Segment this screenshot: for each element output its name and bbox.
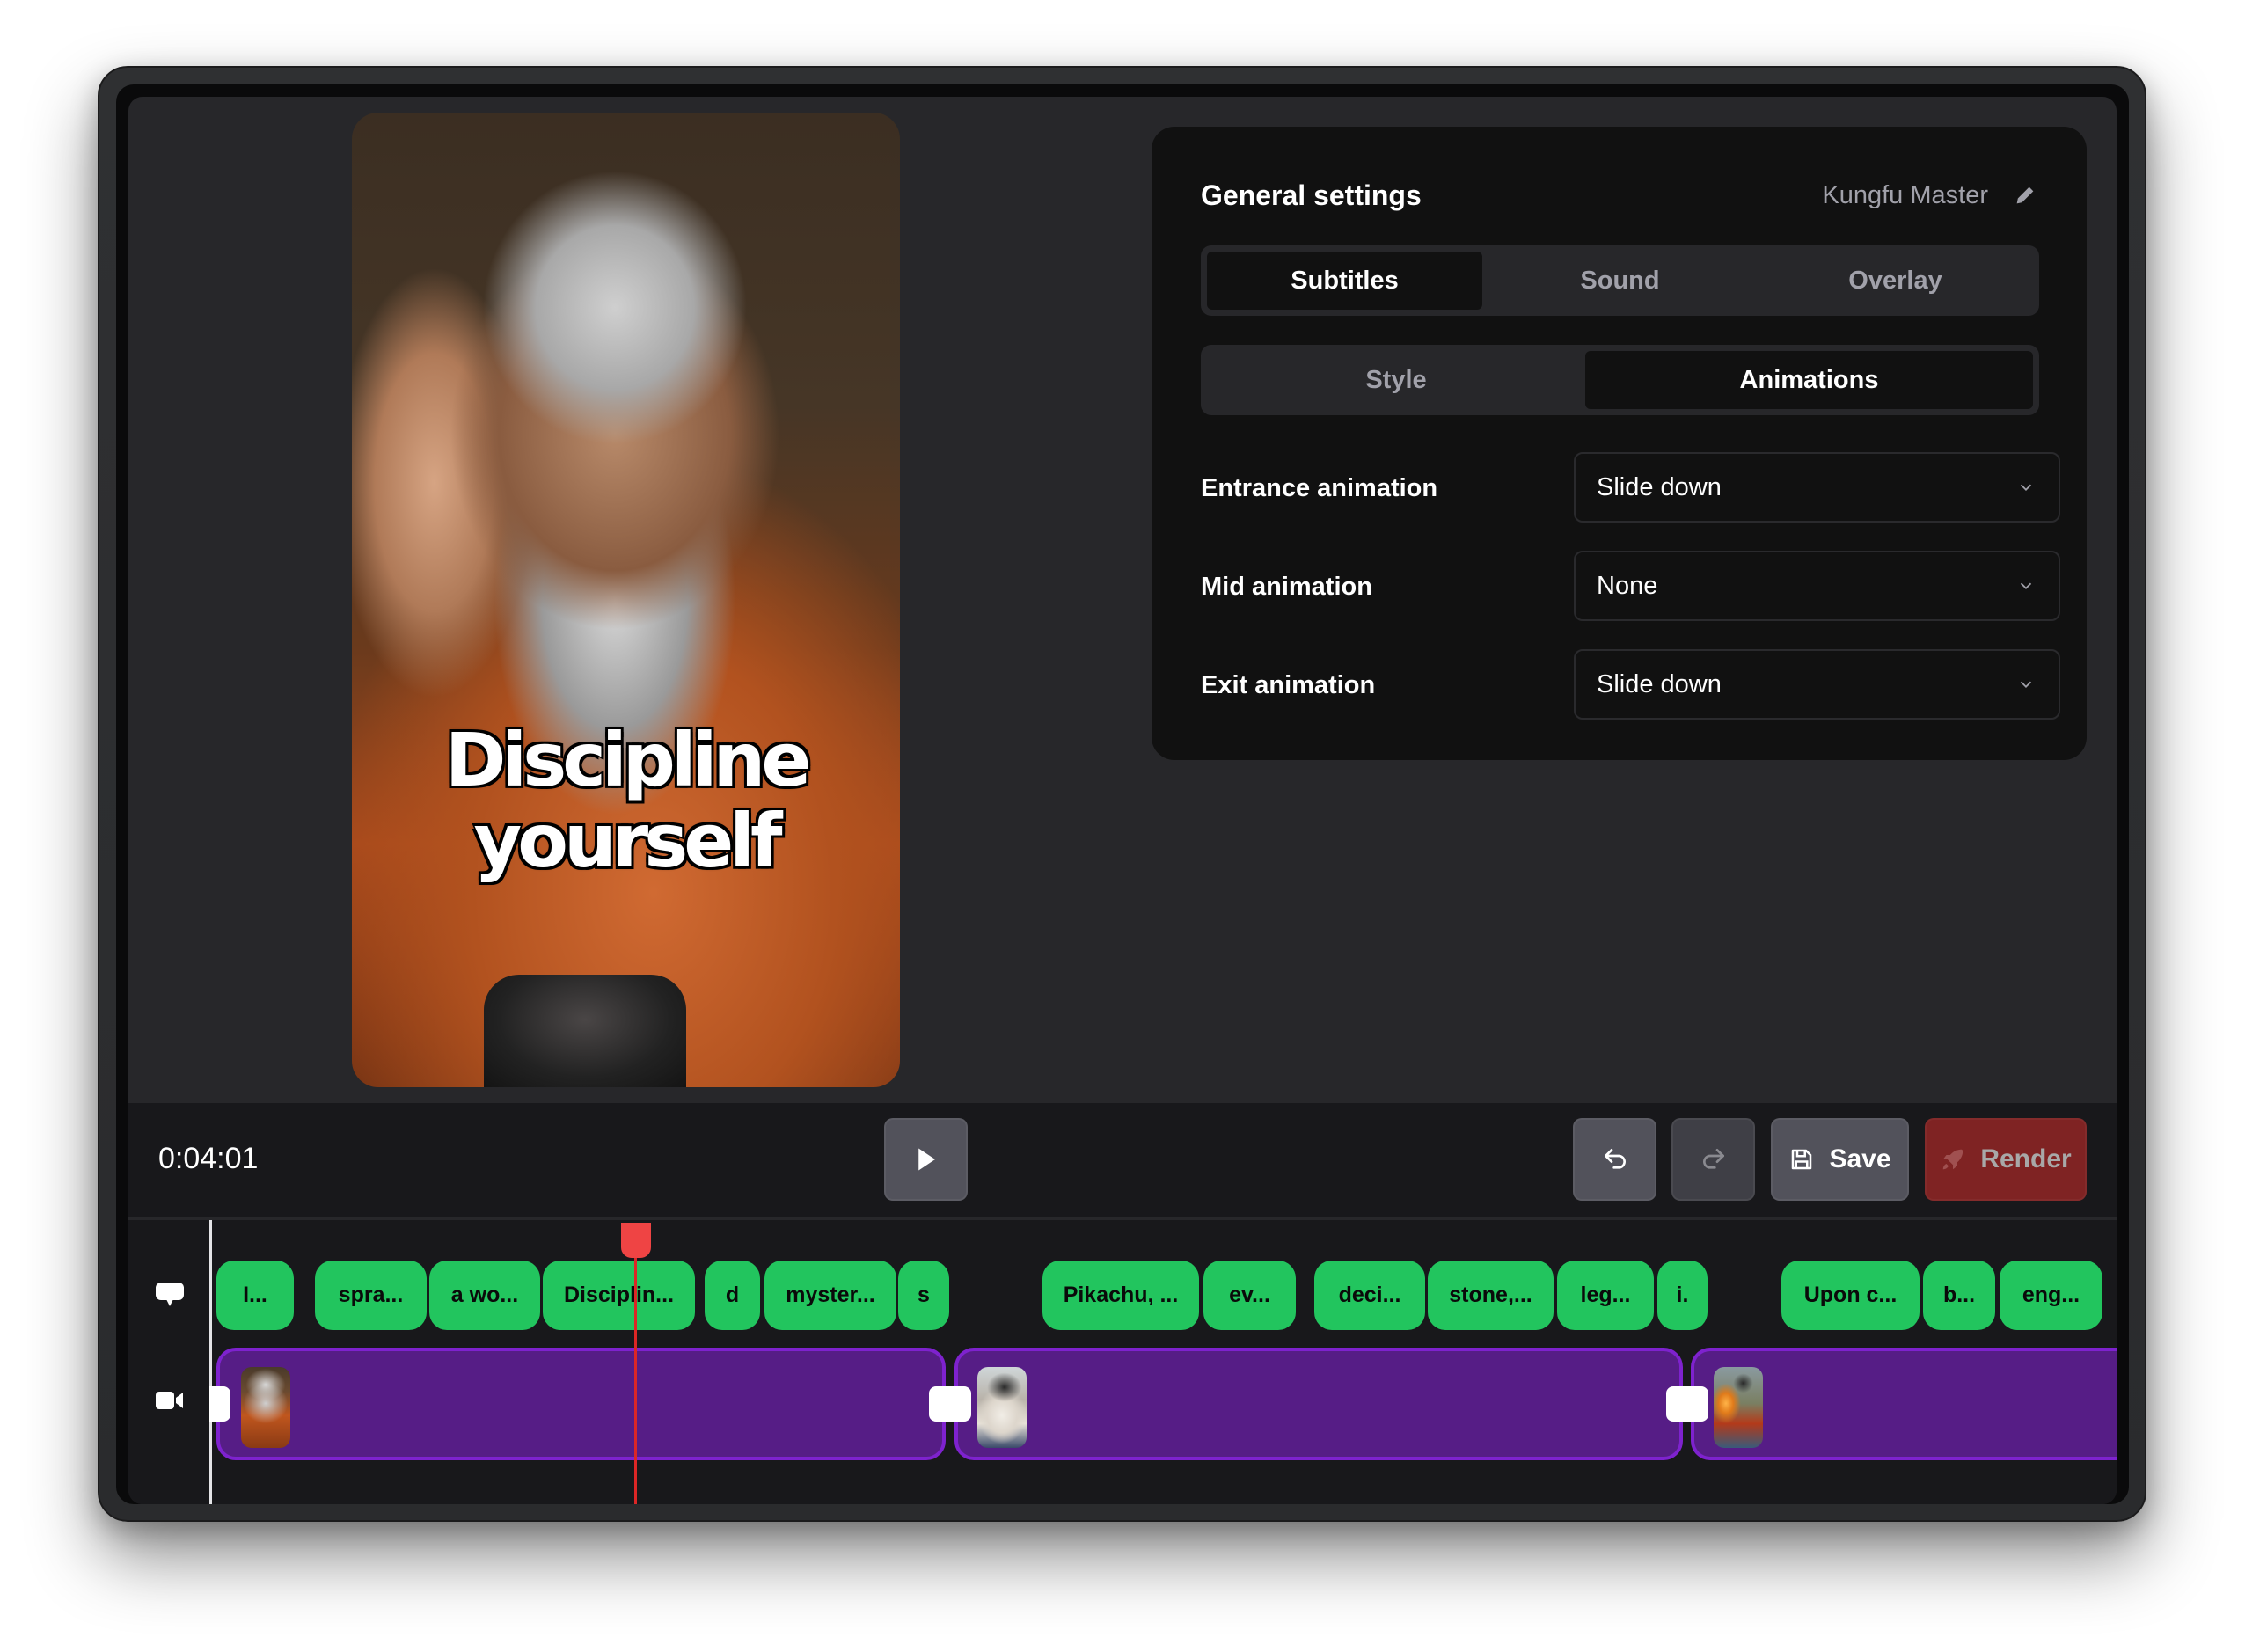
- entrance-animation-select[interactable]: Slide down: [1574, 452, 2060, 523]
- clip-trim-handle[interactable]: [209, 1386, 230, 1422]
- subtitle-chip[interactable]: Pikachu, ...: [1042, 1261, 1199, 1330]
- play-icon: [918, 1148, 935, 1171]
- timeline-editor: 0:04:01 Save Render I... spra... a wo...…: [128, 1103, 2117, 1504]
- render-button[interactable]: Render: [1925, 1118, 2087, 1201]
- undo-button[interactable]: [1573, 1118, 1656, 1201]
- subtitle-chip[interactable]: i.: [1657, 1261, 1708, 1330]
- subtitle-track-header: [155, 1281, 185, 1313]
- panel-title: General settings: [1201, 179, 1422, 211]
- project-name: Kungfu Master: [1822, 181, 1988, 209]
- subtitle-chip[interactable]: Upon c...: [1781, 1261, 1920, 1330]
- video-preview[interactable]: Discipline yourself: [352, 113, 900, 1087]
- mid-animation-label: Mid animation: [1201, 573, 1372, 601]
- playhead-handle[interactable]: [621, 1223, 651, 1258]
- video-clip[interactable]: [216, 1348, 946, 1460]
- tab-subtitles[interactable]: Subtitles: [1207, 252, 1482, 310]
- clip-thumbnail: [977, 1367, 1027, 1448]
- exit-animation-select[interactable]: Slide down: [1574, 649, 2060, 720]
- edit-project-name-button[interactable]: [2009, 179, 2041, 211]
- redo-icon: [1702, 1149, 1724, 1169]
- save-label: Save: [1829, 1144, 1891, 1173]
- chevron-down-icon: [2020, 484, 2032, 492]
- tab-overlay[interactable]: Overlay: [1758, 252, 2033, 310]
- subtitle-chip[interactable]: spra...: [315, 1261, 427, 1330]
- chevron-down-icon: [2020, 582, 2032, 590]
- render-label: Render: [1980, 1144, 2072, 1173]
- pencil-icon: [2016, 186, 2034, 204]
- clip-thumbnail: [1714, 1367, 1763, 1448]
- preview-subtitle-caption: Discipline yourself: [352, 717, 900, 884]
- clip-trim-handle[interactable]: [1666, 1386, 1708, 1422]
- tab-sound[interactable]: Sound: [1482, 252, 1758, 310]
- caption-line-2: yourself: [472, 798, 784, 884]
- exit-animation-value: Slide down: [1597, 669, 1722, 698]
- subtitle-chip[interactable]: stone,...: [1428, 1261, 1554, 1330]
- subtitle-chip[interactable]: I...: [216, 1261, 294, 1330]
- general-settings-panel: General settings Kungfu Master Subtitles…: [1152, 127, 2087, 760]
- floppy-disk-icon: [1792, 1149, 1812, 1170]
- timeline-start-marker: [209, 1220, 212, 1504]
- rocket-icon: [1943, 1149, 1963, 1170]
- current-time: 0:04:01: [158, 1142, 259, 1175]
- editor-window: Discipline yourself General settings Kun…: [128, 97, 2117, 1504]
- playhead-line: [634, 1258, 637, 1504]
- subtitle-subtabs: Style Animations: [1201, 345, 2039, 415]
- chevron-down-icon: [2020, 681, 2032, 689]
- video-clip[interactable]: [1691, 1348, 2117, 1460]
- subtab-animations[interactable]: Animations: [1585, 351, 2033, 409]
- caption-line-1: Discipline: [443, 717, 813, 803]
- save-button[interactable]: Save: [1771, 1118, 1909, 1201]
- clip-thumbnail: [241, 1367, 290, 1448]
- video-track-header: [155, 1390, 185, 1415]
- redo-button[interactable]: [1671, 1118, 1755, 1201]
- preview-belt-detail: [484, 975, 686, 1087]
- undo-icon: [1604, 1149, 1626, 1169]
- video-clip[interactable]: [954, 1348, 1683, 1460]
- subtitle-chip[interactable]: deci...: [1314, 1261, 1425, 1330]
- clip-trim-handle[interactable]: [929, 1386, 971, 1422]
- subtitle-chip[interactable]: a wo...: [429, 1261, 540, 1330]
- mid-animation-value: None: [1597, 571, 1658, 600]
- subtitle-chip[interactable]: d: [705, 1261, 760, 1330]
- subtitle-chip[interactable]: leg...: [1557, 1261, 1654, 1330]
- subtitle-chip[interactable]: myster...: [764, 1261, 896, 1330]
- entrance-animation-value: Slide down: [1597, 472, 1722, 501]
- exit-animation-label: Exit animation: [1201, 671, 1376, 699]
- play-button[interactable]: [884, 1118, 968, 1201]
- subtitle-chip[interactable]: b...: [1923, 1261, 1995, 1330]
- subtitle-chip[interactable]: ev...: [1203, 1261, 1296, 1330]
- subtitle-chip[interactable]: s: [898, 1261, 949, 1330]
- toolbar-divider: [128, 1217, 2117, 1220]
- mid-animation-select[interactable]: None: [1574, 551, 2060, 621]
- settings-tabs: Subtitles Sound Overlay: [1201, 245, 2039, 316]
- subtitle-chip[interactable]: eng...: [2000, 1261, 2102, 1330]
- video-camera-icon: [156, 1392, 183, 1409]
- subtab-style[interactable]: Style: [1207, 351, 1585, 409]
- entrance-animation-label: Entrance animation: [1201, 474, 1438, 502]
- speech-bubble-icon: [156, 1283, 184, 1306]
- subtitle-chip[interactable]: Disciplin...: [543, 1261, 695, 1330]
